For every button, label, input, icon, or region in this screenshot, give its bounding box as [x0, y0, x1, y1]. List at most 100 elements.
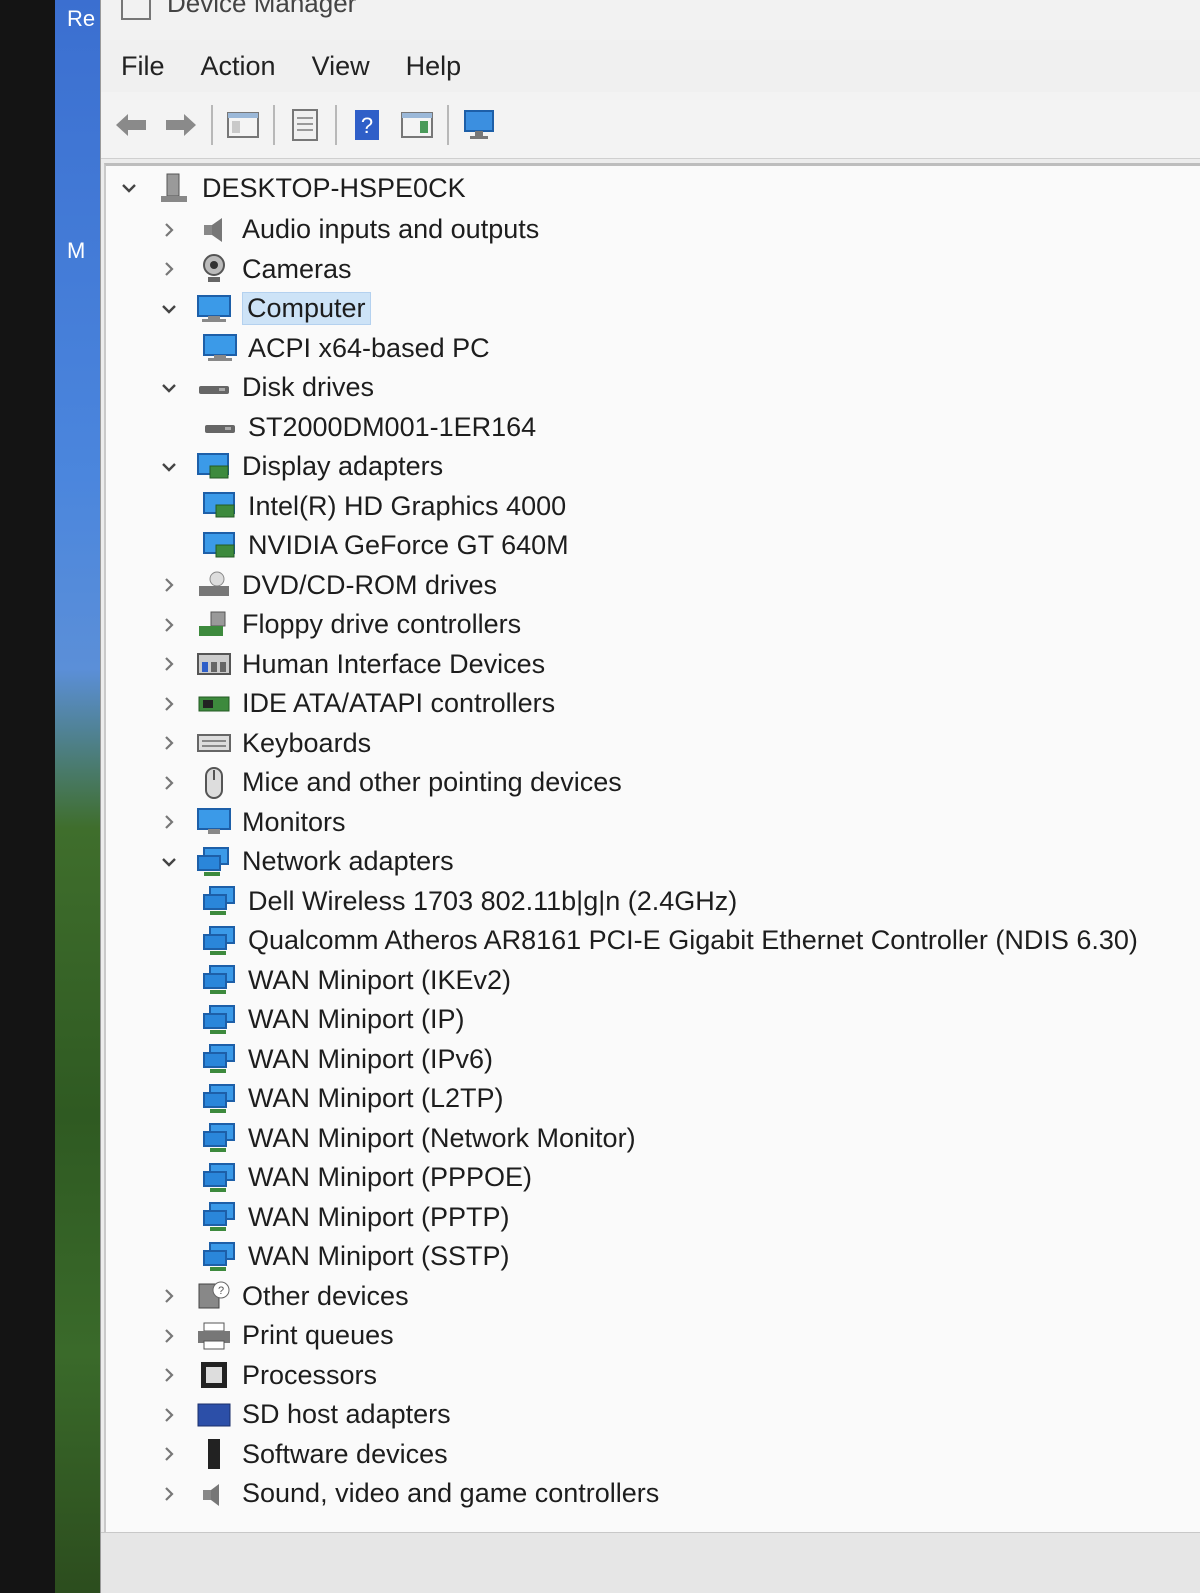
chevron-right-icon[interactable]	[158, 1325, 180, 1347]
desktop-icon-label[interactable]: M	[67, 238, 85, 264]
chevron-right-icon[interactable]	[158, 772, 180, 794]
category-label: Sound, video and game controllers	[242, 1478, 660, 1508]
network-icon	[202, 1004, 238, 1036]
device-label: WAN Miniport (L2TP)	[248, 1083, 504, 1113]
tree-device[interactable]: WAN Miniport (IKEv2)	[202, 962, 511, 998]
device-label: NVIDIA GeForce GT 640M	[248, 530, 569, 560]
category-label: Computer	[242, 292, 371, 325]
sd-host-icon	[196, 1399, 232, 1431]
chevron-right-icon[interactable]	[158, 732, 180, 754]
window-title: Device Manager	[167, 0, 357, 18]
chevron-right-icon[interactable]	[158, 811, 180, 833]
hid-icon	[196, 648, 232, 680]
chevron-right-icon[interactable]	[158, 1364, 180, 1386]
menu-file[interactable]: File	[121, 51, 165, 82]
tree-category[interactable]: Print queues	[158, 1318, 394, 1354]
tree-category[interactable]: Display adapters	[158, 449, 443, 485]
tree-device[interactable]: ST2000DM001-1ER164	[202, 409, 536, 445]
tree-category[interactable]: Audio inputs and outputs	[158, 212, 539, 248]
tree-device[interactable]: WAN Miniport (IP)	[202, 1002, 465, 1038]
tree-category[interactable]: Software devices	[158, 1436, 448, 1472]
tree-device[interactable]: WAN Miniport (L2TP)	[202, 1081, 504, 1117]
tree-category[interactable]: Network adapters	[158, 844, 454, 880]
chevron-down-icon[interactable]	[158, 851, 180, 873]
tree-device[interactable]: ACPI x64-based PC	[202, 330, 490, 366]
toolbar-separator	[335, 105, 337, 145]
network-icon	[202, 964, 238, 996]
network-icon	[196, 846, 232, 878]
chevron-right-icon[interactable]	[158, 1285, 180, 1307]
tree-device[interactable]: WAN Miniport (PPPOE)	[202, 1160, 532, 1196]
chevron-right-icon[interactable]	[158, 574, 180, 596]
dvd-icon	[196, 569, 232, 601]
tree-device[interactable]: NVIDIA GeForce GT 640M	[202, 528, 569, 564]
device-label: WAN Miniport (SSTP)	[248, 1241, 510, 1271]
chevron-right-icon[interactable]	[158, 693, 180, 715]
tree-category[interactable]: Monitors	[158, 804, 346, 840]
tree-device[interactable]: WAN Miniport (IPv6)	[202, 1041, 493, 1077]
tree-category[interactable]: DVD/CD-ROM drives	[158, 567, 497, 603]
monitor-icon	[196, 806, 232, 838]
computer-icon	[196, 293, 232, 325]
category-label: Monitors	[242, 806, 346, 837]
tree-device[interactable]: Intel(R) HD Graphics 4000	[202, 488, 566, 524]
menu-view[interactable]: View	[312, 51, 370, 82]
menu-action[interactable]: Action	[201, 51, 276, 82]
back-arrow-icon[interactable]	[111, 105, 151, 145]
chevron-right-icon[interactable]	[158, 258, 180, 280]
properties-icon[interactable]	[285, 105, 325, 145]
tree-category[interactable]: Processors	[158, 1357, 377, 1393]
category-label: SD host adapters	[242, 1399, 451, 1429]
category-label: Processors	[242, 1359, 378, 1390]
tree-category[interactable]: SD host adapters	[158, 1397, 451, 1433]
chevron-down-icon[interactable]	[158, 377, 180, 399]
chevron-right-icon[interactable]	[158, 1483, 180, 1505]
network-icon	[202, 1162, 238, 1194]
category-label: Print queues	[242, 1320, 394, 1350]
category-label: Network adapters	[242, 846, 454, 876]
tree-device[interactable]: Qualcomm Atheros AR8161 PCI-E Gigabit Et…	[202, 923, 1138, 959]
tree-category[interactable]: Computer	[158, 291, 371, 327]
tree-category[interactable]: Cameras	[158, 251, 352, 287]
tree-category[interactable]: Disk drives	[158, 370, 374, 406]
device-label: Dell Wireless 1703 802.11b|g|n (2.4GHz)	[248, 885, 738, 916]
printer-icon	[196, 1320, 232, 1352]
chevron-down-icon[interactable]	[158, 456, 180, 478]
tree-category[interactable]: Human Interface Devices	[158, 646, 545, 682]
category-label: Keyboards	[242, 727, 372, 758]
tree-category[interactable]: Floppy drive controllers	[158, 607, 521, 643]
disk-icon	[202, 411, 238, 443]
scan-hardware-icon[interactable]	[459, 105, 499, 145]
chevron-right-icon[interactable]	[158, 614, 180, 636]
chevron-right-icon[interactable]	[158, 1443, 180, 1465]
tree-category[interactable]: Sound, video and game controllers	[158, 1476, 659, 1512]
tree-device[interactable]: Dell Wireless 1703 802.11b|g|n (2.4GHz)	[202, 883, 737, 919]
tree-device[interactable]: WAN Miniport (PPTP)	[202, 1199, 510, 1235]
title-bar[interactable]: Device Manager	[101, 0, 1200, 40]
tree-category[interactable]: ? Other devices	[158, 1278, 409, 1314]
tree-category[interactable]: Mice and other pointing devices	[158, 765, 622, 801]
chevron-right-icon[interactable]	[158, 219, 180, 241]
tree-device[interactable]: WAN Miniport (SSTP)	[202, 1239, 510, 1275]
network-icon	[202, 1043, 238, 1075]
category-label: Other devices	[242, 1280, 409, 1311]
chevron-right-icon[interactable]	[158, 653, 180, 675]
show-hide-console-tree-icon[interactable]	[223, 105, 263, 145]
tree-category[interactable]: IDE ATA/ATAPI controllers	[158, 686, 555, 722]
tree-root[interactable]: DESKTOP-HSPE0CK	[118, 170, 466, 206]
forward-arrow-icon[interactable]	[161, 105, 201, 145]
chevron-down-icon[interactable]	[158, 298, 180, 320]
menu-bar: File Action View Help	[101, 40, 1200, 92]
sound-icon	[196, 1478, 232, 1510]
tree-device[interactable]: WAN Miniport (Network Monitor)	[202, 1120, 636, 1156]
tree-category[interactable]: Keyboards	[158, 725, 371, 761]
help-icon[interactable]: ?	[347, 105, 387, 145]
unknown-device-icon: ?	[196, 1280, 232, 1312]
action-pane-icon[interactable]	[397, 105, 437, 145]
chevron-right-icon[interactable]	[158, 1404, 180, 1426]
menu-help[interactable]: Help	[406, 51, 462, 82]
desktop-icon-label[interactable]: Re	[67, 6, 95, 32]
category-label: Cameras	[242, 253, 352, 284]
chevron-down-icon[interactable]	[118, 177, 140, 199]
disk-icon	[196, 372, 232, 404]
